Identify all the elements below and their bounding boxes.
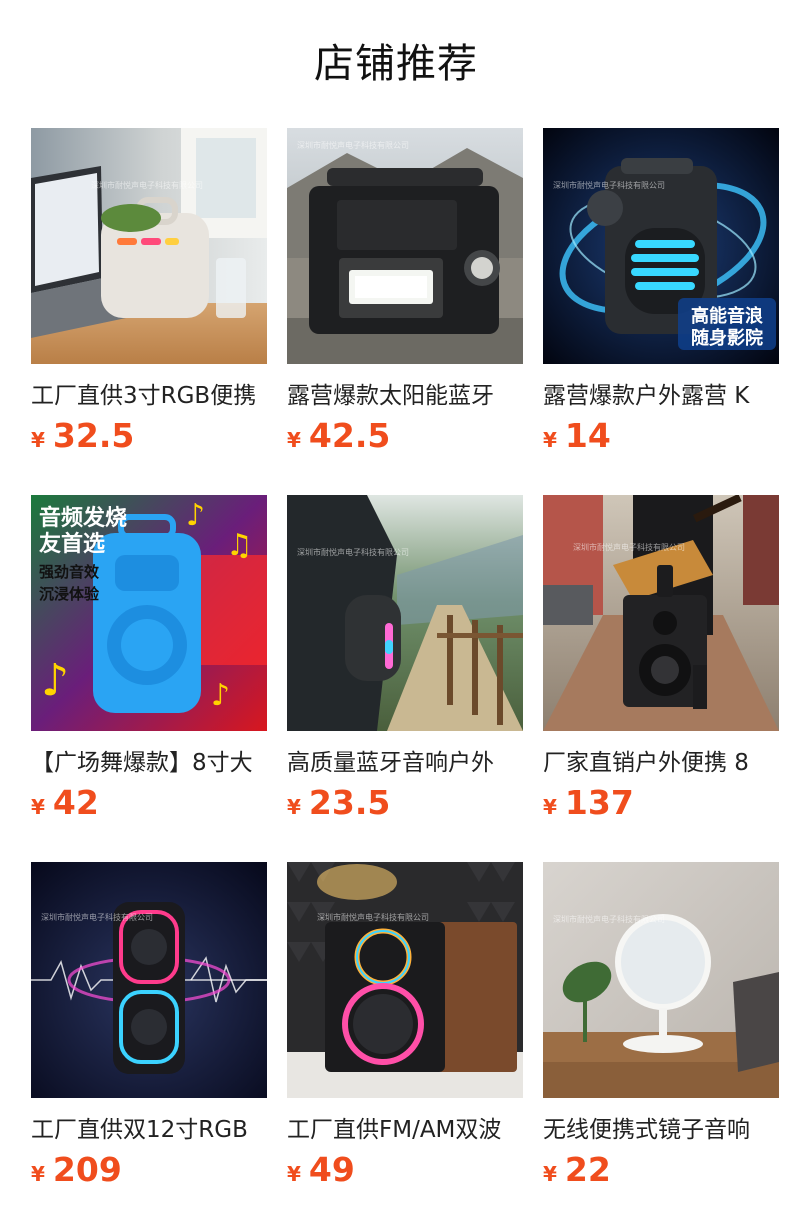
svg-text:音频发烧: 音频发烧 — [39, 505, 127, 531]
svg-text:♪: ♪ — [211, 678, 230, 713]
svg-text:深圳市耐悦声电子科技有限公司: 深圳市耐悦声电子科技有限公司 — [91, 180, 203, 190]
product-card[interactable]: 深圳市耐悦声电子科技有限公司 露营爆款太阳能蓝牙 ¥42.5 — [287, 128, 523, 495]
product-price: 23.5 — [308, 783, 391, 822]
svg-text:深圳市耐悦声电子科技有限公司: 深圳市耐悦声电子科技有限公司 — [297, 140, 409, 150]
backpack-hiking-speaker-image[interactable]: 深圳市耐悦声电子科技有限公司 — [287, 495, 523, 731]
product-name[interactable]: 工厂直供FM/AM双波 — [287, 1114, 523, 1146]
product-name[interactable]: 工厂直供3寸RGB便携 — [31, 380, 267, 412]
price-row: ¥32.5 — [31, 416, 267, 456]
currency-symbol: ¥ — [543, 428, 557, 452]
product-price: 42 — [52, 783, 99, 822]
product-card[interactable]: 音频发烧 友首选 强劲音效 沉浸体验 ♪ ♫ ♪ ♪ 【广场舞爆款】8寸大 ¥4… — [31, 495, 267, 862]
product-card[interactable]: 高能音浪 随身影院 深圳市耐悦声电子科技有限公司 露营爆款户外露营 K ¥14 — [543, 128, 779, 495]
svg-text:沉浸体验: 沉浸体验 — [39, 585, 100, 603]
product-card[interactable]: 深圳市耐悦声电子科技有限公司 工厂直供FM/AM双波 ¥49 — [287, 862, 523, 1229]
svg-text:随身影院: 随身影院 — [691, 327, 763, 349]
svg-text:♪: ♪ — [186, 498, 205, 533]
currency-symbol: ¥ — [287, 428, 301, 452]
svg-text:深圳市耐悦声电子科技有限公司: 深圳市耐悦声电子科技有限公司 — [553, 180, 665, 190]
currency-symbol: ¥ — [31, 428, 45, 452]
product-name[interactable]: 厂家直销户外便携 8 — [543, 747, 779, 779]
currency-symbol: ¥ — [31, 795, 45, 819]
rgb-desktop-speaker-image[interactable]: 深圳市耐悦声电子科技有限公司 — [287, 862, 523, 1098]
svg-text:深圳市耐悦声电子科技有限公司: 深圳市耐悦声电子科技有限公司 — [573, 542, 685, 552]
product-card[interactable]: 深圳市耐悦声电子科技有限公司 无线便携式镜子音响 ¥22 — [543, 862, 779, 1229]
price-row: ¥49 — [287, 1150, 523, 1190]
product-price: 49 — [308, 1150, 355, 1189]
product-name[interactable]: 无线便携式镜子音响 — [543, 1114, 779, 1146]
product-price: 32.5 — [52, 416, 135, 455]
price-row: ¥137 — [543, 783, 779, 823]
price-row: ¥42.5 — [287, 416, 523, 456]
currency-symbol: ¥ — [543, 1162, 557, 1186]
price-row: ¥42 — [31, 783, 267, 823]
product-name[interactable]: 露营爆款户外露营 K — [543, 380, 779, 412]
currency-symbol: ¥ — [287, 1162, 301, 1186]
currency-symbol: ¥ — [543, 795, 557, 819]
blue-square-dance-speaker-image[interactable]: 音频发烧 友首选 强劲音效 沉浸体验 ♪ ♫ ♪ ♪ — [31, 495, 267, 731]
price-row: ¥23.5 — [287, 783, 523, 823]
svg-text:高能音浪: 高能音浪 — [691, 305, 763, 327]
product-name[interactable]: 露营爆款太阳能蓝牙 — [287, 380, 523, 412]
white-portable-speaker-image[interactable]: 深圳市耐悦声电子科技有限公司 — [31, 128, 267, 364]
product-name[interactable]: 高质量蓝牙音响户外 — [287, 747, 523, 779]
product-price: 209 — [52, 1150, 122, 1189]
product-card[interactable]: 深圳市耐悦声电子科技有限公司 工厂直供3寸RGB便携 ¥32.5 — [31, 128, 267, 495]
product-price: 22 — [564, 1150, 611, 1189]
currency-symbol: ¥ — [31, 1162, 45, 1186]
svg-text:深圳市耐悦声电子科技有限公司: 深圳市耐悦声电子科技有限公司 — [317, 912, 429, 922]
street-guitar-trolley-speaker-image[interactable]: 深圳市耐悦声电子科技有限公司 — [543, 495, 779, 731]
svg-text:♪: ♪ — [41, 655, 69, 706]
product-name[interactable]: 工厂直供双12寸RGB — [31, 1114, 267, 1146]
blue-glowing-speaker-image[interactable]: 高能音浪 随身影院 深圳市耐悦声电子科技有限公司 — [543, 128, 779, 364]
price-row: ¥209 — [31, 1150, 267, 1190]
product-card[interactable]: 深圳市耐悦声电子科技有限公司 高质量蓝牙音响户外 ¥23.5 — [287, 495, 523, 862]
price-row: ¥22 — [543, 1150, 779, 1190]
mirror-speaker-image[interactable]: 深圳市耐悦声电子科技有限公司 — [543, 862, 779, 1098]
currency-symbol: ¥ — [287, 795, 301, 819]
svg-text:强劲音效: 强劲音效 — [39, 563, 100, 581]
price-row: ¥14 — [543, 416, 779, 456]
product-name[interactable]: 【广场舞爆款】8寸大 — [31, 747, 267, 779]
svg-text:♫: ♫ — [226, 528, 253, 563]
product-price: 42.5 — [308, 416, 391, 455]
solar-camping-lantern-speaker-image[interactable]: 深圳市耐悦声电子科技有限公司 — [287, 128, 523, 364]
page-title: 店铺推荐 — [314, 41, 478, 87]
product-price: 137 — [564, 783, 634, 822]
svg-text:深圳市耐悦声电子科技有限公司: 深圳市耐悦声电子科技有限公司 — [297, 547, 409, 557]
rgb-dual-woofer-speaker-image[interactable]: 深圳市耐悦声电子科技有限公司 — [31, 862, 267, 1098]
svg-text:友首选: 友首选 — [39, 531, 105, 557]
product-card[interactable]: 深圳市耐悦声电子科技有限公司 工厂直供双12寸RGB ¥209 — [31, 862, 267, 1229]
product-price: 14 — [564, 416, 611, 455]
product-card[interactable]: 深圳市耐悦声电子科技有限公司 厂家直销户外便携 8 ¥137 — [543, 495, 779, 862]
svg-text:深圳市耐悦声电子科技有限公司: 深圳市耐悦声电子科技有限公司 — [553, 914, 665, 924]
product-grid: 深圳市耐悦声电子科技有限公司 工厂直供3寸RGB便携 ¥32.5 深圳市耐悦声电… — [31, 128, 779, 1229]
svg-text:深圳市耐悦声电子科技有限公司: 深圳市耐悦声电子科技有限公司 — [41, 912, 153, 922]
